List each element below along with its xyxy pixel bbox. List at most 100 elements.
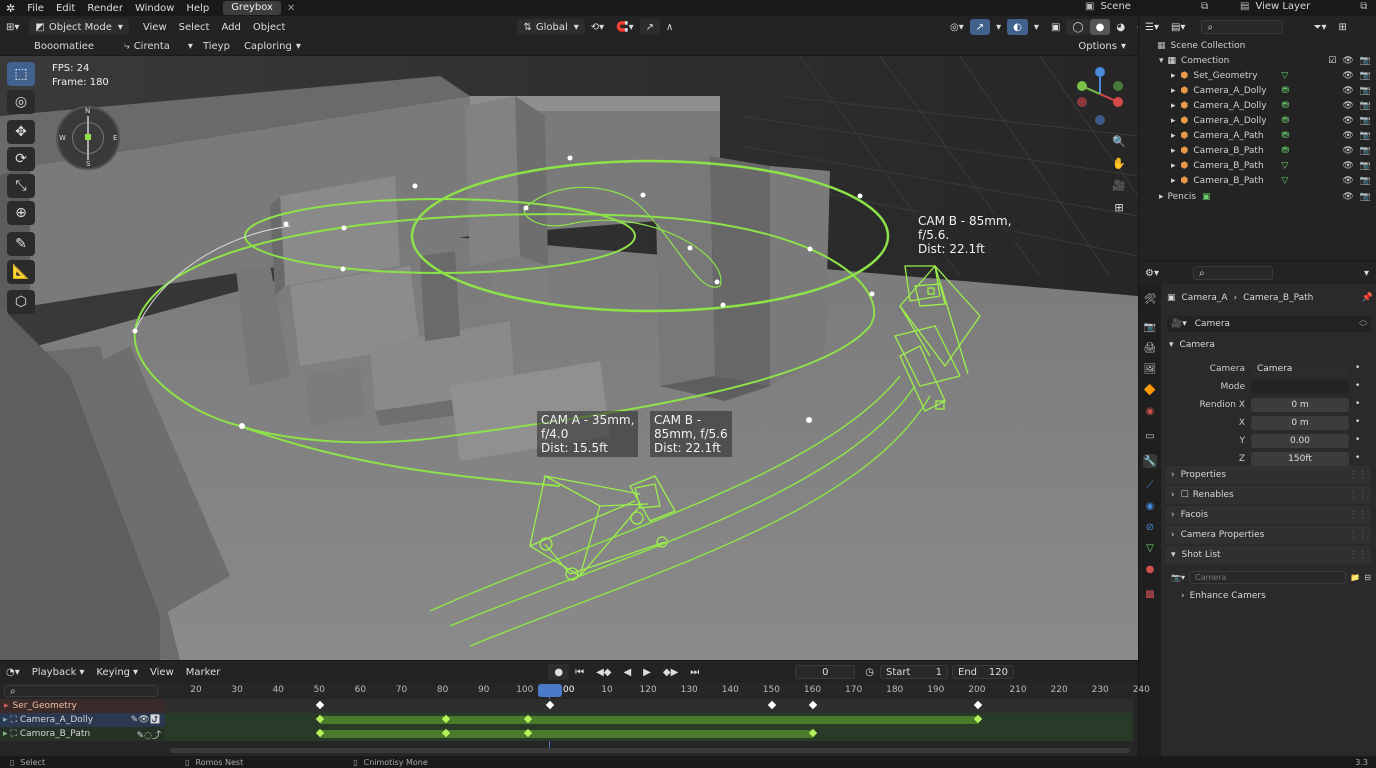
- checkbox-icon[interactable]: ☑: [1328, 56, 1336, 66]
- shield-icon[interactable]: ⬭: [1359, 319, 1367, 329]
- drag-handle-icon[interactable]: ⋮⋮: [1349, 470, 1367, 480]
- property-value-field[interactable]: 150ft: [1251, 452, 1349, 466]
- camera-render-icon[interactable]: 📷: [1360, 161, 1371, 171]
- move-tool-icon[interactable]: ✥: [7, 120, 35, 144]
- camera-render-icon[interactable]: 📷: [1360, 131, 1371, 141]
- action-icons[interactable]: ✎◌⤴: [137, 728, 161, 741]
- orientation-dropdown[interactable]: ⇅ Global ▾: [517, 19, 585, 35]
- measure-tool-icon[interactable]: 📐: [7, 260, 35, 284]
- overlay-dropdown-icon[interactable]: ▾: [1028, 19, 1045, 35]
- snap-icon[interactable]: 🧲▾: [610, 19, 639, 35]
- pivot-icon[interactable]: ⟲▾: [585, 19, 610, 35]
- camera-render-icon[interactable]: 📷: [1360, 56, 1371, 66]
- data-tab-icon[interactable]: ▽: [1143, 541, 1157, 555]
- outliner-row[interactable]: ▸ ⬢ Set_Geometry ▽ 👁 📷: [1139, 68, 1376, 83]
- menu-file[interactable]: File: [27, 3, 44, 14]
- xray-icon[interactable]: ▣: [1045, 19, 1066, 35]
- keyframe-dot-icon[interactable]: •: [1355, 363, 1360, 373]
- expand-arrow-icon[interactable]: ▸: [1171, 131, 1176, 141]
- display-mode-icon[interactable]: ▤▾: [1165, 19, 1191, 35]
- gizmo-dropdown-icon[interactable]: ▾: [990, 19, 1007, 35]
- visibility-icon[interactable]: ◎▾: [944, 19, 970, 35]
- gizmo-toggle-icon[interactable]: ↗: [969, 19, 991, 35]
- expand-arrow-icon[interactable]: ▸: [1171, 176, 1176, 186]
- menu-render[interactable]: Render: [87, 3, 123, 14]
- track-row-camera-b[interactable]: ▸ ⛶ Camora_B_Patn ✎◌⤴: [0, 727, 165, 741]
- material-tab-icon[interactable]: ●: [1143, 562, 1157, 576]
- clock-icon[interactable]: ◷: [865, 667, 874, 678]
- scale-tool-icon[interactable]: ⤡: [7, 174, 35, 198]
- camera-view-icon[interactable]: 🎥: [1110, 176, 1128, 194]
- filter-icon[interactable]: ⏷▾: [1307, 19, 1332, 35]
- panel-header[interactable]: ▾ Shot List ⋮⋮: [1165, 546, 1371, 564]
- timeline-editor-icon[interactable]: ◔▾: [0, 664, 26, 680]
- keyframe-dot-icon[interactable]: •: [1355, 417, 1360, 427]
- eye-icon[interactable]: 👁: [1342, 56, 1353, 66]
- next-keyframe-icon[interactable]: ◆▶: [657, 664, 684, 680]
- timeline-search-input[interactable]: ⌕: [4, 685, 158, 697]
- falloff-icon[interactable]: ∧: [660, 19, 679, 35]
- properties-editor-icon[interactable]: ⚙▾: [1139, 265, 1165, 281]
- tool-setting-d[interactable]: Caploring: [244, 41, 292, 52]
- expand-arrow-icon[interactable]: ▸: [1171, 71, 1176, 81]
- remove-icon[interactable]: ⊟: [1364, 573, 1371, 582]
- options-dropdown[interactable]: Options ▾: [1072, 39, 1132, 55]
- menu-select[interactable]: Select: [173, 19, 216, 35]
- prev-keyframe-icon[interactable]: ◀◆: [590, 664, 617, 680]
- menu-help[interactable]: Help: [186, 3, 209, 14]
- eye-icon[interactable]: 👁: [1342, 86, 1353, 96]
- physics-tab-icon[interactable]: ◉: [1143, 499, 1157, 513]
- timeline-view-menu[interactable]: View: [144, 664, 180, 680]
- drag-handle-icon[interactable]: ⋮⋮: [1349, 510, 1367, 520]
- panel-header[interactable]: › ☐ Renables ⋮⋮: [1165, 486, 1371, 504]
- expand-arrow-icon[interactable]: ▸: [3, 715, 8, 725]
- scene-selector[interactable]: ▣ Scene ⧉: [1085, 1, 1208, 12]
- scene-browse-icon[interactable]: ⧉: [1201, 1, 1208, 12]
- outliner-row[interactable]: ▸ ⬢ Camera_A_Path ⛃ 👁 📷: [1139, 128, 1376, 143]
- outliner-row-pencils[interactable]: ▸ Pencis ▣ 👁 📷: [1139, 189, 1376, 204]
- keying-menu[interactable]: Keying ▾: [90, 664, 144, 680]
- eye-icon[interactable]: 👁: [1342, 116, 1353, 126]
- rotate-tool-icon[interactable]: ⟳: [7, 147, 35, 171]
- particles-tab-icon[interactable]: ⟋: [1143, 478, 1157, 492]
- enhance-camera-row[interactable]: › Enhance Camers: [1181, 591, 1266, 601]
- expand-arrow-icon[interactable]: ▸: [1171, 101, 1176, 111]
- eye-icon[interactable]: 👁: [1342, 161, 1353, 171]
- panel-header[interactable]: › Facois ⋮⋮: [1165, 506, 1371, 524]
- drag-handle-icon[interactable]: ⋮⋮: [1349, 530, 1367, 540]
- property-value-field[interactable]: [1251, 380, 1349, 394]
- modifier-tab-icon[interactable]: 🔧: [1143, 454, 1157, 468]
- folder-icon[interactable]: 📁: [1350, 573, 1360, 582]
- track-row-camera-a[interactable]: ▸ ⛶ Camera_A_Dolly ✎👁⤴: [0, 713, 165, 727]
- outliner-collection-row[interactable]: ▾ ▦ Comection ☑ 👁 📷: [1139, 53, 1376, 68]
- 3d-viewport[interactable]: FPS: 24 Frame: 180 N S E W ⬚ ◎ ✥ ⟳ ⤡ ⊕ ✎…: [0, 56, 1138, 660]
- expand-arrow-icon[interactable]: ▸: [1159, 192, 1164, 202]
- select-box-tool-icon[interactable]: ⬚: [7, 62, 35, 86]
- menu-add[interactable]: Add: [215, 19, 246, 35]
- playhead-indicator[interactable]: [538, 684, 562, 697]
- eye-icon[interactable]: 👁: [1342, 101, 1353, 111]
- keyframe-dot-icon[interactable]: •: [1355, 453, 1360, 463]
- camera-datablock-selector[interactable]: 🎥▾ Camera ⬭: [1167, 316, 1371, 332]
- panel-header[interactable]: › Camera Properties ⋮⋮: [1165, 526, 1371, 544]
- expand-arrow-icon[interactable]: ▸: [1171, 161, 1176, 171]
- camera-list-icon[interactable]: 📷▾: [1171, 573, 1185, 582]
- current-frame-field[interactable]: 0: [795, 665, 856, 679]
- expand-arrow-icon[interactable]: ▸: [4, 701, 9, 711]
- tool-setting-c[interactable]: Tieyp: [203, 41, 230, 52]
- view-layer-tab-icon[interactable]: 🖼: [1143, 362, 1157, 376]
- drag-handle-icon[interactable]: ⋮⋮: [1349, 490, 1367, 500]
- expand-arrow-icon[interactable]: ▾: [1159, 56, 1164, 66]
- camera-render-icon[interactable]: 📷: [1360, 101, 1371, 111]
- constraints-tab-icon[interactable]: ⊘: [1143, 520, 1157, 534]
- eye-icon[interactable]: 👁: [1342, 131, 1353, 141]
- texture-tab-icon[interactable]: ▩: [1143, 587, 1157, 601]
- eye-icon[interactable]: 👁: [1342, 176, 1353, 186]
- camera-render-icon[interactable]: 📷: [1360, 71, 1371, 81]
- proportional-edit-icon[interactable]: ↗: [639, 19, 661, 35]
- tool-tab-icon[interactable]: 🛠: [1143, 292, 1157, 306]
- timeline-scrollbar[interactable]: [170, 748, 1130, 753]
- eye-icon[interactable]: 👁: [1342, 146, 1353, 156]
- expand-arrow-icon[interactable]: ▸: [1171, 86, 1176, 96]
- marker-menu[interactable]: Marker: [180, 664, 227, 680]
